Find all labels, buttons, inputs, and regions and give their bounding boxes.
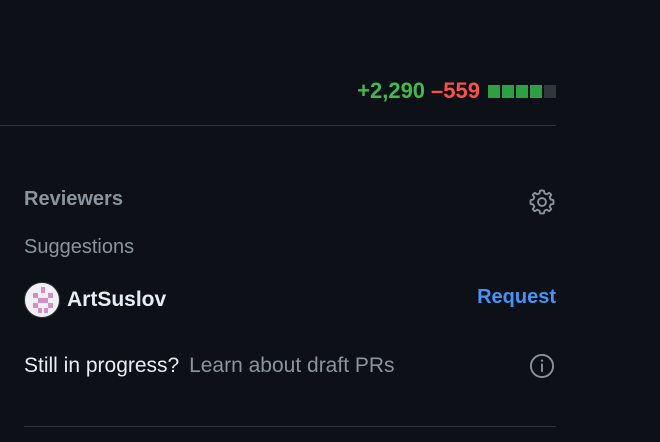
divider — [0, 125, 556, 126]
suggested-reviewer-row: ArtSuslov Request — [24, 282, 556, 318]
divider — [24, 426, 556, 427]
draft-question: Still in progress? — [24, 354, 180, 377]
diffstat-block-added — [516, 84, 528, 98]
identicon — [33, 287, 53, 313]
diffstat-block-neutral — [544, 84, 556, 98]
diffstat-block-added — [502, 84, 514, 98]
gear-icon — [529, 189, 555, 215]
additions-count: +2,290 — [357, 78, 426, 103]
diffstat-blocks — [488, 84, 556, 98]
pr-sidebar: +2,290 –559 Reviewers Suggestions ArtSus… — [0, 0, 660, 442]
reviewers-heading[interactable]: Reviewers — [24, 188, 123, 211]
avatar[interactable] — [24, 282, 60, 318]
draft-pr-hint: Still in progress? Learn about draft PRs — [24, 354, 395, 378]
deletions-count: –559 — [431, 78, 480, 103]
diffstat: +2,290 –559 — [357, 77, 556, 105]
request-review-button[interactable]: Request — [477, 286, 556, 309]
draft-info-button[interactable] — [527, 351, 557, 381]
diffstat-block-added — [530, 84, 542, 98]
reviewer-name[interactable]: ArtSuslov — [67, 288, 166, 312]
draft-learn-link[interactable]: Learn about draft PRs — [189, 354, 394, 377]
reviewers-settings-button[interactable] — [527, 187, 557, 217]
info-icon — [529, 353, 555, 379]
diffstat-block-added — [488, 84, 500, 98]
suggestions-label: Suggestions — [24, 236, 135, 258]
